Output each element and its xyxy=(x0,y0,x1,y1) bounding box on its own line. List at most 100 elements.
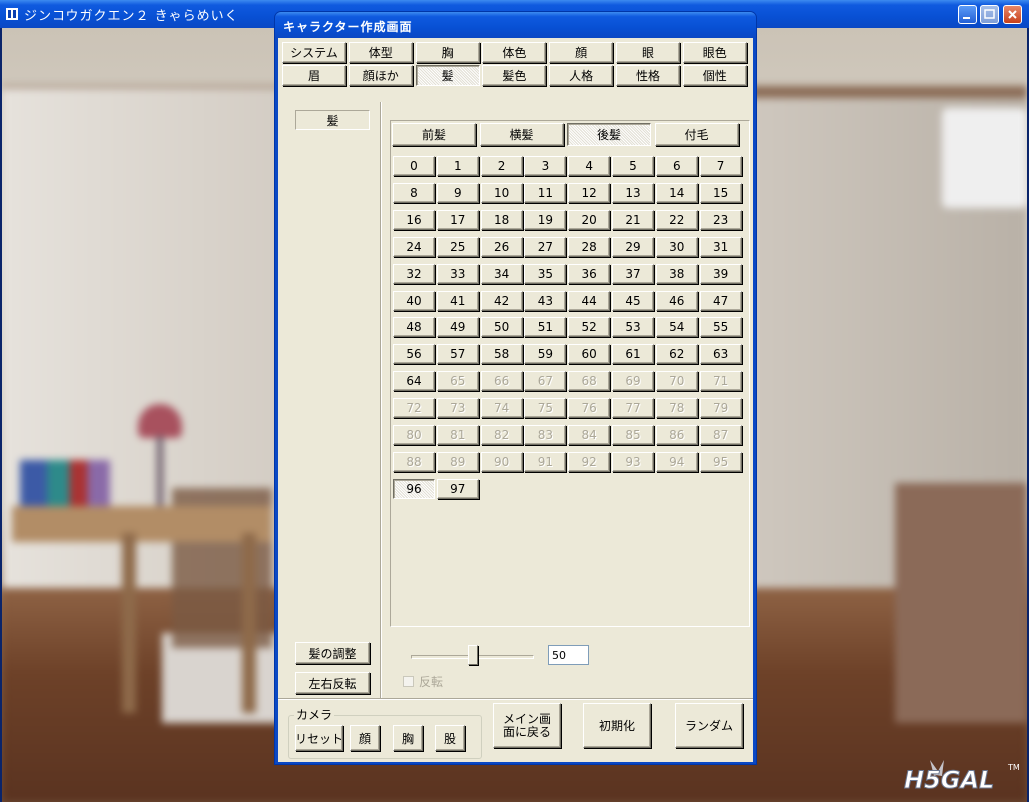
hair-style-14-button[interactable]: 14 xyxy=(655,182,698,203)
hair-style-71-button[interactable]: 71 xyxy=(699,371,742,392)
hair-style-19-button[interactable]: 19 xyxy=(524,209,567,230)
hair-style-15-button[interactable]: 15 xyxy=(699,182,742,203)
close-button[interactable] xyxy=(1003,5,1022,24)
hair-style-45-button[interactable]: 45 xyxy=(612,290,654,311)
hair-style-79-button[interactable]: 79 xyxy=(699,398,742,419)
dialog-titlebar[interactable]: キャラクター作成画面 xyxy=(275,12,756,38)
hair-style-96-button[interactable]: 96 xyxy=(393,478,435,499)
random-button[interactable]: ランダム xyxy=(675,703,743,748)
hair-style-32-button[interactable]: 32 xyxy=(393,263,435,284)
hair-style-52-button[interactable]: 52 xyxy=(568,317,611,338)
hair-style-22-button[interactable]: 22 xyxy=(655,209,698,230)
hair-style-2-button[interactable]: 2 xyxy=(480,156,523,176)
hair-style-34-button[interactable]: 34 xyxy=(480,263,523,284)
hair-style-90-button[interactable]: 90 xyxy=(480,451,523,472)
category-tab-row2-6[interactable]: 個性 xyxy=(682,65,747,86)
hair-style-42-button[interactable]: 42 xyxy=(480,290,523,311)
hair-style-13-button[interactable]: 13 xyxy=(612,182,654,203)
hair-style-43-button[interactable]: 43 xyxy=(524,290,567,311)
hair-style-67-button[interactable]: 67 xyxy=(524,371,567,392)
hair-style-97-button[interactable]: 97 xyxy=(436,478,479,499)
hair-style-41-button[interactable]: 41 xyxy=(436,290,479,311)
hair-style-94-button[interactable]: 94 xyxy=(655,451,698,472)
maximize-button[interactable] xyxy=(980,5,999,24)
minimize-button[interactable] xyxy=(958,5,977,24)
hair-style-12-button[interactable]: 12 xyxy=(568,182,611,203)
hair-style-75-button[interactable]: 75 xyxy=(524,398,567,419)
hair-style-88-button[interactable]: 88 xyxy=(393,451,435,472)
hair-style-55-button[interactable]: 55 xyxy=(699,317,742,338)
category-tab-row1-1[interactable]: 体型 xyxy=(348,42,413,63)
category-tab-row1-2[interactable]: 胸 xyxy=(415,42,480,63)
category-tab-row2-1[interactable]: 顔ほか xyxy=(348,65,413,86)
hair-style-37-button[interactable]: 37 xyxy=(612,263,654,284)
category-tab-row2-4[interactable]: 人格 xyxy=(549,65,614,86)
hair-style-70-button[interactable]: 70 xyxy=(655,371,698,392)
hair-style-72-button[interactable]: 72 xyxy=(393,398,435,419)
hair-style-20-button[interactable]: 20 xyxy=(568,209,611,230)
hair-style-24-button[interactable]: 24 xyxy=(393,236,435,257)
hair-style-76-button[interactable]: 76 xyxy=(568,398,611,419)
hair-style-30-button[interactable]: 30 xyxy=(655,236,698,257)
hair-tab-2[interactable]: 後髪 xyxy=(567,123,651,146)
mirror-flip-button[interactable]: 左右反転 xyxy=(295,672,370,694)
hair-style-7-button[interactable]: 7 xyxy=(699,156,742,176)
back-to-main-button[interactable]: メイン画面に戻る xyxy=(493,703,561,748)
hair-style-49-button[interactable]: 49 xyxy=(436,317,479,338)
adjust-value-input[interactable] xyxy=(548,645,589,665)
hair-style-36-button[interactable]: 36 xyxy=(568,263,611,284)
hair-style-26-button[interactable]: 26 xyxy=(480,236,523,257)
hair-style-38-button[interactable]: 38 xyxy=(655,263,698,284)
hair-style-60-button[interactable]: 60 xyxy=(568,344,611,365)
hair-style-78-button[interactable]: 78 xyxy=(655,398,698,419)
category-tab-row2-3[interactable]: 髪色 xyxy=(482,65,547,86)
hair-style-89-button[interactable]: 89 xyxy=(436,451,479,472)
hair-style-50-button[interactable]: 50 xyxy=(480,317,523,338)
hair-style-18-button[interactable]: 18 xyxy=(480,209,523,230)
hair-style-85-button[interactable]: 85 xyxy=(612,425,654,445)
camera-0-button[interactable]: リセット xyxy=(295,725,343,751)
hair-style-11-button[interactable]: 11 xyxy=(524,182,567,203)
hair-style-82-button[interactable]: 82 xyxy=(480,425,523,445)
hair-style-65-button[interactable]: 65 xyxy=(436,371,479,392)
hair-style-3-button[interactable]: 3 xyxy=(524,156,567,176)
hair-style-92-button[interactable]: 92 xyxy=(568,451,611,472)
hair-style-1-button[interactable]: 1 xyxy=(436,156,479,176)
hair-style-21-button[interactable]: 21 xyxy=(612,209,654,230)
hair-style-17-button[interactable]: 17 xyxy=(436,209,479,230)
hair-style-47-button[interactable]: 47 xyxy=(699,290,742,311)
hair-style-51-button[interactable]: 51 xyxy=(524,317,567,338)
hair-style-54-button[interactable]: 54 xyxy=(655,317,698,338)
hair-style-83-button[interactable]: 83 xyxy=(524,425,567,445)
category-tab-row2-2[interactable]: 髪 xyxy=(415,65,480,86)
camera-3-button[interactable]: 股 xyxy=(435,725,465,751)
hair-style-5-button[interactable]: 5 xyxy=(612,156,654,176)
hair-style-31-button[interactable]: 31 xyxy=(699,236,742,257)
hair-style-61-button[interactable]: 61 xyxy=(612,344,654,365)
camera-1-button[interactable]: 顔 xyxy=(350,725,380,751)
hair-style-8-button[interactable]: 8 xyxy=(393,182,435,203)
category-tab-row1-3[interactable]: 体色 xyxy=(482,42,547,63)
initialize-button[interactable]: 初期化 xyxy=(583,703,651,748)
hair-style-93-button[interactable]: 93 xyxy=(612,451,654,472)
hair-style-0-button[interactable]: 0 xyxy=(393,156,435,176)
hair-style-62-button[interactable]: 62 xyxy=(655,344,698,365)
hair-style-29-button[interactable]: 29 xyxy=(612,236,654,257)
category-tab-row2-5[interactable]: 性格 xyxy=(616,65,680,86)
hair-style-86-button[interactable]: 86 xyxy=(655,425,698,445)
hair-style-10-button[interactable]: 10 xyxy=(480,182,523,203)
hair-style-56-button[interactable]: 56 xyxy=(393,344,435,365)
hair-style-44-button[interactable]: 44 xyxy=(568,290,611,311)
hair-style-69-button[interactable]: 69 xyxy=(612,371,654,392)
category-tab-row1-6[interactable]: 眼色 xyxy=(682,42,747,63)
hair-style-81-button[interactable]: 81 xyxy=(436,425,479,445)
category-tab-row2-0[interactable]: 眉 xyxy=(282,65,346,86)
hair-style-53-button[interactable]: 53 xyxy=(612,317,654,338)
hair-style-63-button[interactable]: 63 xyxy=(699,344,742,365)
hair-style-66-button[interactable]: 66 xyxy=(480,371,523,392)
hair-style-6-button[interactable]: 6 xyxy=(655,156,698,176)
hair-style-57-button[interactable]: 57 xyxy=(436,344,479,365)
hair-style-39-button[interactable]: 39 xyxy=(699,263,742,284)
hair-style-95-button[interactable]: 95 xyxy=(699,451,742,472)
hair-style-46-button[interactable]: 46 xyxy=(655,290,698,311)
